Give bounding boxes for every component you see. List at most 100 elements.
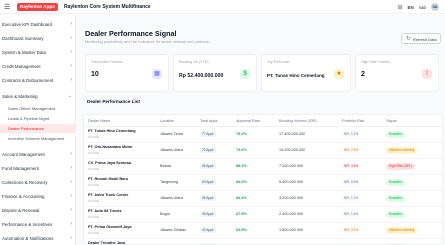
list-title: Dealer Performance List [87,99,140,104]
sidebar-subitem-dealer-performance[interactable]: Dealer Performance [0,124,76,133]
dealer-name[interactable]: PT. Rumah Mobil Baru [88,177,158,181]
chevron-right-icon: › [70,165,72,171]
signal-cell: Attention Warning [386,227,418,234]
refresh-label: Refresh Data [413,37,437,42]
column-header-approval-rate[interactable]: Approval Rate [236,119,260,123]
column-header-booking-volume[interactable]: Booking Volume (IDR) [279,119,317,123]
sidebar-item-account-management[interactable]: Account Management › [0,149,76,161]
signal-badge: Excellent [386,131,405,138]
hamburger-icon[interactable]: ☰ [4,3,10,11]
sidebar-item-collections-recovery[interactable]: Collections & Recovery › [0,177,76,189]
sidebar-item-label: System & Master Data [2,50,46,55]
dealer-name[interactable]: PT. Prima Otomotif Jaya [88,225,158,229]
table-row[interactable]: PT. Astra Truck Center ACTIVE Jakarta Utar… [84,191,442,207]
stat-card-title: Top Performer [267,60,290,64]
sidebar-item-system-master-data[interactable]: System & Master Data › [0,47,76,59]
sidebar-subitem-label: Dealer Performance [8,126,44,131]
signal-badge: Excellent [386,179,405,186]
dealer-location: Jakarta Timur [160,132,183,136]
chevron-right-icon: › [70,35,72,41]
sidebar-item-label: Sales & Marketing [2,94,38,99]
table-row[interactable]: PT. Prima Otomotif Jaya ACTIVE Jakarta Sel… [84,223,442,239]
sidebar-item-dispute-renewal[interactable]: Dispute & Renewal › [0,205,76,217]
table-row[interactable]: PT. Rumah Mobil Baru ACTIVE Tangerang 63 Ap… [84,175,442,191]
sidebar-item-finance-accounting[interactable]: Finance & Accounting › [0,191,76,203]
dealer-location: Tangerang [160,180,178,184]
dealer-location: Jakarta Utara [160,148,183,152]
stat-card-booking-volume: Booking Vol (YTD) Rp 52.400.000.000 $ [173,54,257,92]
dealer-table: Dealer Name Location Total Apps Approval… [83,114,443,245]
approval-rate: 58.3% [236,164,247,168]
chevron-right-icon: › [70,235,72,241]
dealer-name[interactable]: Dealer Trondhe Jaya [88,241,158,244]
total-apps-pill: 42 Apps [200,227,216,233]
grid-icon[interactable]: ⊞ [397,4,402,11]
booking-volume: 2.400.000.000 [279,212,304,216]
signal-badge: Excellent [386,195,405,202]
dealer-name[interactable]: PT. Tunas Hino Cemerlang [88,129,158,133]
approval-rate: 84.2% [236,180,247,184]
signal-cell: Excellent [386,179,405,186]
column-header-location[interactable]: Location [160,119,174,123]
table-row[interactable]: Dealer Trondhe JayaACTIVEJakarta Barat38… [84,239,442,244]
dealer-name[interactable]: PT. Oto-Nusantara Motor [88,145,158,149]
dealer-location: Jakarta Utara [160,196,183,200]
dealer-name[interactable]: PT. Auto 88 Trucks [88,209,158,213]
sidebar-item-credit-management[interactable]: Credit Management › [0,61,76,73]
language-selector[interactable]: EN [407,5,413,10]
stat-card-value: Rp 52.400.000.000 [179,73,224,79]
sidebar-item-label: Contracts & Disbursement [2,78,54,83]
portfolio-risk-cell: NPL 0.9% [342,179,361,185]
stat-card-total-dealers: Total Active Dealers 10 ▦ [85,54,169,92]
column-header-total-apps[interactable]: Total Apps [200,119,218,123]
sidebar-subitem-label: Incentive Scheme Management [8,136,65,141]
stat-card-title: High Risk Dealers [361,60,390,64]
cash-icon: $ [240,69,250,79]
chevron-right-icon: › [70,63,72,69]
avatar[interactable]: SA [431,3,439,11]
signal-badge: Excellent [386,211,405,218]
sidebar-item-label: Dashboard Summary [2,36,44,41]
sidebar-subitem-incentive-scheme[interactable]: Incentive Scheme Management [0,134,76,143]
award-icon: ★ [334,69,344,79]
table-row[interactable]: PT. Auto 88 Trucks ACTIVE Bogor 48 Apps 67.5… [84,207,442,223]
user-name[interactable]: sab [419,5,426,10]
warning-icon: ! [422,69,432,79]
signal-badge: Attention Warning [386,147,418,154]
sidebar-item-fund-management[interactable]: Fund Management › [0,163,76,175]
sidebar-item-automation-notifications[interactable]: Automation & Notifications › [0,233,76,245]
sidebar-item-contracts-disbursement[interactable]: Contracts & Disbursement › [0,75,76,87]
total-apps-pill: 63 Apps [200,179,216,185]
table-row[interactable]: PT. Tunas Hino Cemerlang ACTIVE Jakarta Ti… [84,127,442,143]
table-row[interactable]: CV. Prima Jaya Sentosa ACTIVE Bekasi 68 App… [84,159,442,175]
column-header-signal[interactable]: Signal [386,119,397,123]
signal-cell: Attention Warning [386,147,418,154]
table-row[interactable]: PT. Oto-Nusantara Motor ACTIVE Jakarta Uta… [84,143,442,159]
signal-cell: Excellent [386,131,405,138]
sidebar-subitem-leads-pipeline[interactable]: Leads & Pipeline Mgmt [0,114,76,123]
sidebar-item-dashboard-summary[interactable]: Dashboard Summary › [0,33,76,45]
signal-cell: High Risk (NPL) [386,163,415,170]
stat-card-value: PT. Tunas Hino Cemerlang [267,73,325,78]
sidebar-item-executive-kpi-dashboard[interactable]: Executive KPI Dashboard › [0,19,76,31]
sidebar-item-performance-incentives[interactable]: Performance & Incentives › [0,219,76,231]
page-subtitle: Monitoring productivity and risk indicat… [85,40,210,44]
dealer-status: ACTIVE [88,199,99,203]
sidebar-subitem-label: Leads & Pipeline Mgmt [8,116,50,121]
sidebar-item-label: Performance & Incentives [2,222,53,227]
total-apps-cell: 42 Apps [200,227,216,233]
column-header-dealer-name[interactable]: Dealer Name [88,119,110,123]
portfolio-risk-cell: NPL 2.9% [342,147,361,153]
sidebar-item-label: Credit Management [2,64,41,69]
sidebar-subitem-sales-officer-management[interactable]: Sales Officer Management [0,104,76,113]
chevron-right-icon: › [70,77,72,83]
sidebar-item-label: Finance & Accounting [2,194,45,199]
dealer-name[interactable]: CV. Prima Jaya Sentosa [88,161,158,165]
refresh-button[interactable]: ↻ Refresh Data [401,33,441,44]
dealer-name[interactable]: PT. Astra Truck Center [88,193,158,197]
dealer-status: ACTIVE [88,135,99,139]
sidebar-item-sales-marketing[interactable]: Sales & Marketing ⌄ [0,91,76,103]
column-header-portfolio-risk[interactable]: Portfolio Risk [342,119,364,123]
brand-logo[interactable]: Raylenton Apps [17,3,58,11]
booking-volume: 17.400.000.000 [279,132,306,136]
